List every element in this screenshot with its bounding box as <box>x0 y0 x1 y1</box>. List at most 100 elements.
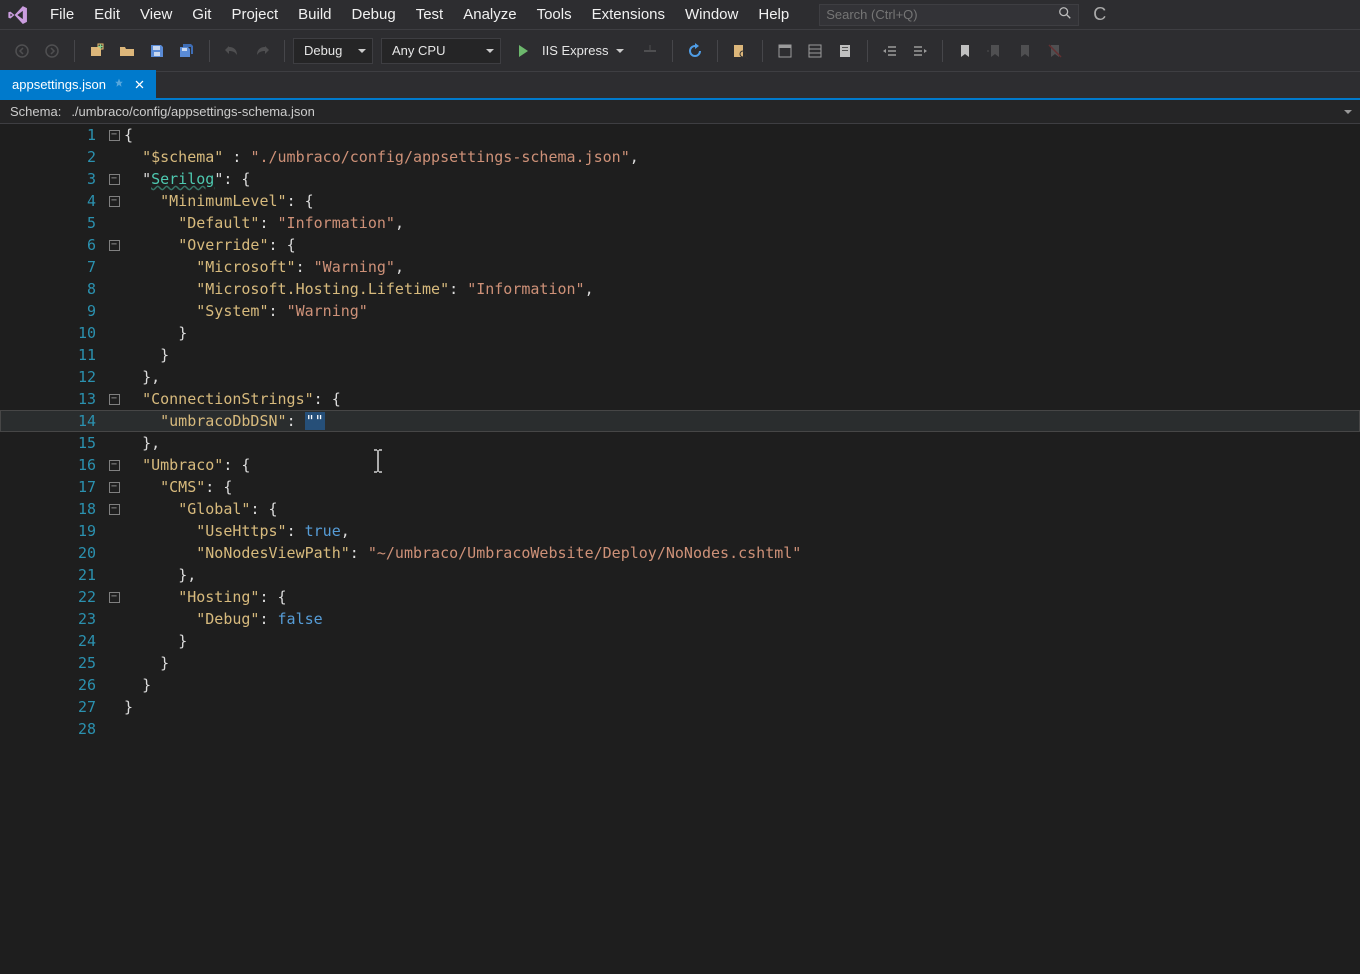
code-text[interactable]: "Override": { <box>120 236 1360 254</box>
code-text[interactable]: "Serilog": { <box>120 170 1360 188</box>
start-debugging-button[interactable]: IIS Express <box>509 38 634 64</box>
code-line[interactable]: 11· } <box>0 344 1360 366</box>
code-line[interactable]: 10· } <box>0 322 1360 344</box>
menu-test[interactable]: Test <box>406 2 454 27</box>
code-line[interactable]: 20· "NoNodesViewPath": "~/umbraco/Umbrac… <box>0 542 1360 564</box>
menu-file[interactable]: File <box>40 2 84 27</box>
code-line[interactable]: 12· }, <box>0 366 1360 388</box>
team-explorer-button[interactable] <box>831 37 859 65</box>
code-text[interactable]: }, <box>120 434 1360 452</box>
code-text[interactable]: "Default": "Information", <box>120 214 1360 232</box>
pin-icon[interactable] <box>114 78 124 91</box>
redo-button[interactable] <box>248 37 276 65</box>
code-line[interactable]: 18− "Global": { <box>0 498 1360 520</box>
code-text[interactable]: "Microsoft.Hosting.Lifetime": "Informati… <box>120 280 1360 298</box>
code-line[interactable]: 26· } <box>0 674 1360 696</box>
code-text[interactable]: "Umbraco": { <box>120 456 1360 474</box>
code-text[interactable]: "System": "Warning" <box>120 302 1360 320</box>
code-text[interactable]: } <box>120 654 1360 672</box>
fold-toggle[interactable]: − <box>104 196 120 207</box>
code-text[interactable]: } <box>120 698 1360 716</box>
code-line[interactable]: 16− "Umbraco": { <box>0 454 1360 476</box>
code-text[interactable]: "Debug": false <box>120 610 1360 628</box>
search-input[interactable] <box>826 7 1054 22</box>
fold-toggle[interactable]: − <box>104 174 120 185</box>
notifications-icon[interactable]: C <box>1093 4 1106 25</box>
code-text[interactable]: }, <box>120 368 1360 386</box>
code-text[interactable]: "umbracoDbDSN": "" <box>120 412 1360 430</box>
find-in-files-button[interactable] <box>726 37 754 65</box>
code-text[interactable]: "MinimumLevel": { <box>120 192 1360 210</box>
menu-extensions[interactable]: Extensions <box>582 2 675 27</box>
fold-toggle[interactable]: − <box>104 394 120 405</box>
fold-toggle[interactable]: − <box>104 240 120 251</box>
close-tab-button[interactable] <box>132 76 148 92</box>
menu-tools[interactable]: Tools <box>527 2 582 27</box>
menu-edit[interactable]: Edit <box>84 2 130 27</box>
solution-config-dropdown[interactable]: Debug <box>293 38 373 64</box>
code-line[interactable]: 3− "Serilog": { <box>0 168 1360 190</box>
properties-window-button[interactable] <box>801 37 829 65</box>
code-text[interactable]: "$schema" : "./umbraco/config/appsetting… <box>120 148 1360 166</box>
fold-toggle[interactable]: − <box>104 504 120 515</box>
code-text[interactable]: "CMS": { <box>120 478 1360 496</box>
fold-toggle[interactable]: − <box>104 460 120 471</box>
menu-window[interactable]: Window <box>675 2 748 27</box>
browser-refresh-button[interactable] <box>681 37 709 65</box>
code-line[interactable]: 9· "System": "Warning" <box>0 300 1360 322</box>
code-line[interactable]: 7· "Microsoft": "Warning", <box>0 256 1360 278</box>
code-line[interactable]: 15· }, <box>0 432 1360 454</box>
schema-selector[interactable]: Schema: ./umbraco/config/appsettings-sch… <box>0 100 1360 124</box>
code-text[interactable]: "UseHttps": true, <box>120 522 1360 540</box>
fold-toggle[interactable]: − <box>104 130 120 141</box>
code-text[interactable]: }, <box>120 566 1360 584</box>
code-line[interactable]: 5· "Default": "Information", <box>0 212 1360 234</box>
code-line[interactable]: 23· "Debug": false <box>0 608 1360 630</box>
code-line[interactable]: 6− "Override": { <box>0 234 1360 256</box>
menu-view[interactable]: View <box>130 2 182 27</box>
menu-help[interactable]: Help <box>748 2 799 27</box>
code-line[interactable]: 13− "ConnectionStrings": { <box>0 388 1360 410</box>
solution-explorer-button[interactable] <box>771 37 799 65</box>
code-editor[interactable]: 1−{2· "$schema" : "./umbraco/config/apps… <box>0 124 1360 974</box>
code-line[interactable]: 1−{ <box>0 124 1360 146</box>
code-text[interactable]: "NoNodesViewPath": "~/umbraco/UmbracoWeb… <box>120 544 1360 562</box>
new-project-button[interactable] <box>83 37 111 65</box>
fold-toggle[interactable]: − <box>104 482 120 493</box>
undo-button[interactable] <box>218 37 246 65</box>
menu-git[interactable]: Git <box>182 2 221 27</box>
code-line[interactable]: 22− "Hosting": { <box>0 586 1360 608</box>
code-line[interactable]: 2· "$schema" : "./umbraco/config/appsett… <box>0 146 1360 168</box>
save-button[interactable] <box>143 37 171 65</box>
code-line[interactable]: 28· <box>0 718 1360 740</box>
code-line[interactable]: 24· } <box>0 630 1360 652</box>
prev-bookmark-button[interactable] <box>981 37 1009 65</box>
code-text[interactable]: } <box>120 346 1360 364</box>
code-text[interactable]: "Hosting": { <box>120 588 1360 606</box>
solution-platform-dropdown[interactable]: Any CPU <box>381 38 501 64</box>
open-file-button[interactable] <box>113 37 141 65</box>
quick-launch-search[interactable] <box>819 4 1079 26</box>
code-line[interactable]: 4− "MinimumLevel": { <box>0 190 1360 212</box>
code-line[interactable]: 14· "umbracoDbDSN": "" <box>0 410 1360 432</box>
nav-back-button[interactable] <box>8 37 36 65</box>
code-line[interactable]: 8· "Microsoft.Hosting.Lifetime": "Inform… <box>0 278 1360 300</box>
code-line[interactable]: 21· }, <box>0 564 1360 586</box>
code-text[interactable]: } <box>120 632 1360 650</box>
nav-forward-button[interactable] <box>38 37 66 65</box>
code-line[interactable]: 25· } <box>0 652 1360 674</box>
code-line[interactable]: 17− "CMS": { <box>0 476 1360 498</box>
fold-toggle[interactable]: − <box>104 592 120 603</box>
code-line[interactable]: 19· "UseHttps": true, <box>0 520 1360 542</box>
code-text[interactable]: } <box>120 324 1360 342</box>
indent-button[interactable] <box>906 37 934 65</box>
code-text[interactable]: "Global": { <box>120 500 1360 518</box>
bookmark-button[interactable] <box>951 37 979 65</box>
menu-build[interactable]: Build <box>288 2 341 27</box>
step-into-button[interactable] <box>636 37 664 65</box>
code-text[interactable]: } <box>120 676 1360 694</box>
code-text[interactable]: "Microsoft": "Warning", <box>120 258 1360 276</box>
code-text[interactable]: { <box>120 126 1360 144</box>
next-bookmark-button[interactable] <box>1011 37 1039 65</box>
clear-bookmarks-button[interactable] <box>1041 37 1069 65</box>
